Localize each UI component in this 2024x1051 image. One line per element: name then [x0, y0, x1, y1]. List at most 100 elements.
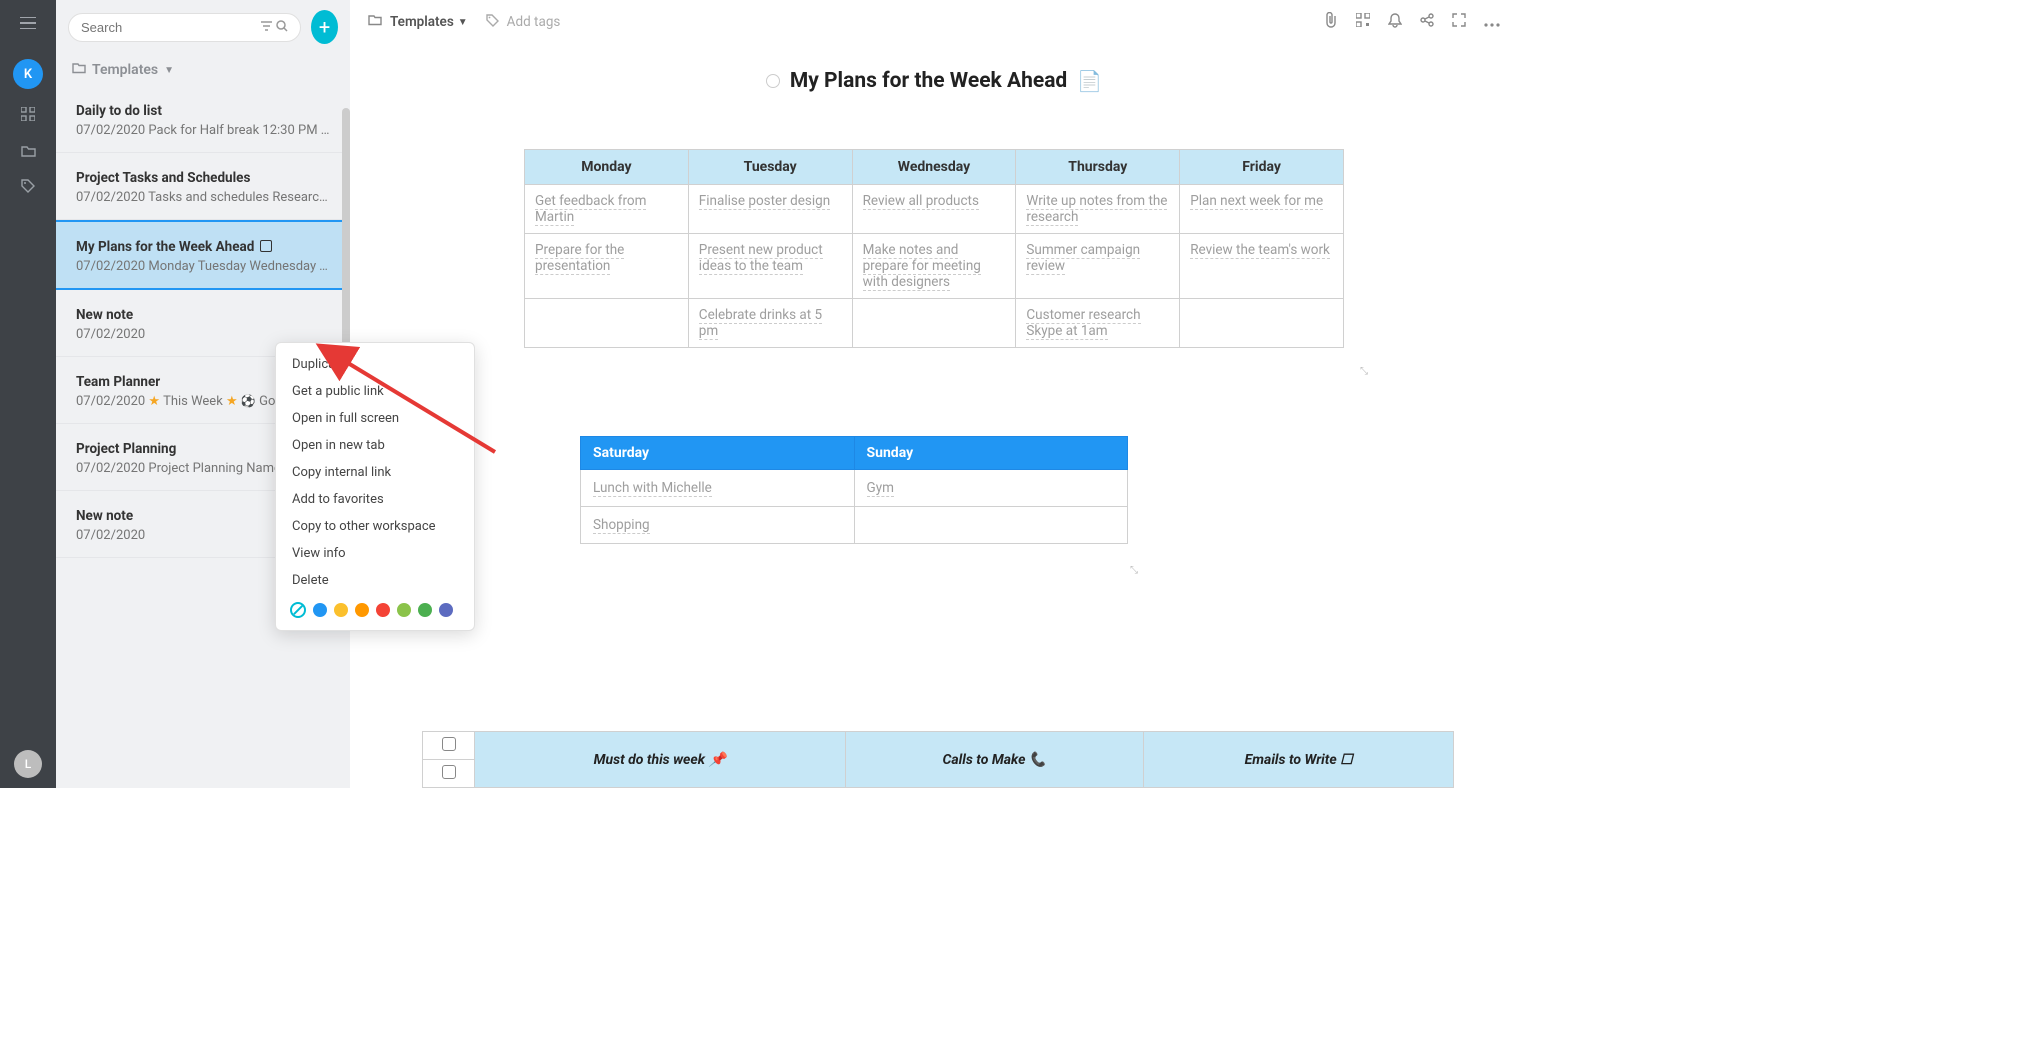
cell[interactable]: Make notes and prepare for meeting with …	[852, 234, 1016, 299]
cell[interactable]	[525, 299, 689, 348]
ctx-copy-workspace[interactable]: Copy to other workspace	[276, 513, 474, 540]
ctx-delete[interactable]: Delete	[276, 567, 474, 594]
th-thursday: Thursday	[1016, 150, 1180, 185]
bell-icon[interactable]	[1388, 13, 1402, 32]
page-title[interactable]: My Plans for the Week Ahead	[790, 69, 1067, 93]
th-saturday: Saturday	[581, 437, 855, 470]
th-mustdo: Must do this week 📌	[475, 732, 846, 788]
th-tuesday: Tuesday	[688, 150, 852, 185]
note-title: Project Planning	[76, 441, 176, 457]
document-emoji-icon: 📄	[1077, 69, 1102, 93]
star-icon: ★	[226, 394, 238, 409]
ball-icon: ⚽	[241, 394, 256, 408]
filter-icon[interactable]	[261, 20, 272, 34]
note-sub: 07/02/2020	[76, 327, 330, 342]
note-title: New note	[76, 508, 133, 524]
cell[interactable]: Review the team's work	[1180, 234, 1344, 299]
cell[interactable]: Present new product ideas to the team	[688, 234, 852, 299]
resize-handle-icon[interactable]: ⤡	[1360, 366, 1370, 376]
color-dot[interactable]	[334, 603, 348, 617]
search-icon[interactable]	[276, 20, 288, 35]
weekday-table: Monday Tuesday Wednesday Thursday Friday…	[524, 149, 1344, 348]
tag-icon[interactable]	[21, 179, 35, 197]
more-icon[interactable]	[1484, 13, 1500, 31]
cell[interactable]: Finalise poster design	[688, 185, 852, 234]
th-wednesday: Wednesday	[852, 150, 1016, 185]
note-sub: 07/02/2020 Pack for Half break 12:30 PM …	[76, 123, 330, 138]
attachment-icon[interactable]	[1324, 12, 1338, 32]
cell[interactable]: Review all products	[852, 185, 1016, 234]
ctx-view-info[interactable]: View info	[276, 540, 474, 567]
add-tags[interactable]: Add tags	[507, 14, 561, 30]
cell[interactable]: Gym	[854, 470, 1128, 507]
pin-icon: 📌	[708, 752, 725, 768]
search-input[interactable]	[81, 20, 257, 35]
folder-label: Templates	[92, 62, 158, 78]
tag-small-icon	[486, 14, 499, 31]
ctx-internal-link[interactable]: Copy internal link	[276, 459, 474, 486]
resize-handle-icon[interactable]: ⤡	[1130, 565, 1140, 575]
note-title: My Plans for the Week Ahead	[76, 239, 254, 255]
second-avatar[interactable]: L	[14, 750, 42, 778]
weekend-table: Saturday Sunday Lunch with Michelle Gym …	[580, 436, 1128, 544]
box-icon: ☐	[1340, 752, 1353, 768]
cell[interactable]: Prepare for the presentation	[525, 234, 689, 299]
color-dot[interactable]	[355, 603, 369, 617]
phone-icon: 📞	[1029, 752, 1046, 768]
note-title: Project Tasks and Schedules	[76, 170, 250, 186]
cell[interactable]	[1180, 299, 1344, 348]
th-emails: Emails to Write ☐	[1144, 732, 1454, 788]
cell[interactable]: Plan next week for me	[1180, 185, 1344, 234]
ctx-duplicate[interactable]: Duplicate	[276, 351, 474, 378]
share-icon[interactable]	[1420, 13, 1434, 31]
hamburger-icon[interactable]	[20, 14, 36, 33]
bullet-icon[interactable]	[766, 74, 780, 88]
cell[interactable]: Shopping	[581, 507, 855, 544]
checkbox[interactable]	[442, 765, 456, 779]
qr-icon[interactable]	[1356, 13, 1370, 31]
cell[interactable]: Get feedback from Martin	[525, 185, 689, 234]
apps-icon[interactable]	[21, 107, 35, 125]
note-title: Team Planner	[76, 374, 160, 390]
folder-icon[interactable]	[21, 143, 36, 161]
note-title: Daily to do list	[76, 103, 162, 119]
cell[interactable]	[852, 299, 1016, 348]
note-item[interactable]: Project Tasks and Schedules 07/02/2020 T…	[56, 153, 350, 220]
note-sub: 07/02/2020 Tasks and schedules Research …	[76, 190, 330, 205]
color-dot[interactable]	[313, 603, 327, 617]
ctx-fullscreen[interactable]: Open in full screen	[276, 405, 474, 432]
ctx-new-tab[interactable]: Open in new tab	[276, 432, 474, 459]
expand-icon[interactable]	[1452, 13, 1466, 31]
tasks-table: Must do this week 📌 Calls to Make 📞 Emai…	[422, 731, 1454, 788]
color-dot[interactable]	[397, 603, 411, 617]
checkbox[interactable]	[442, 737, 456, 751]
context-menu: Duplicate Get a public link Open in full…	[275, 342, 475, 631]
cell[interactable]: Customer research Skype at 1am	[1016, 299, 1180, 348]
search-input-container	[68, 13, 301, 42]
add-button[interactable]: +	[311, 10, 338, 44]
color-dot[interactable]	[439, 603, 453, 617]
note-item[interactable]: Daily to do list 07/02/2020 Pack for Hal…	[56, 86, 350, 153]
color-dot[interactable]	[418, 603, 432, 617]
breadcrumb-folder-icon	[368, 15, 382, 30]
cell[interactable]: Summer campaign review	[1016, 234, 1180, 299]
note-title: New note	[76, 307, 133, 323]
chevron-down-icon: ▼	[164, 65, 174, 76]
cell[interactable]	[854, 507, 1128, 544]
th-calls: Calls to Make 📞	[845, 732, 1144, 788]
note-sub: 07/02/2020 Monday Tuesday Wednesday T...	[76, 259, 330, 274]
folder-selector[interactable]: Templates ▼	[56, 54, 350, 86]
color-dot[interactable]	[376, 603, 390, 617]
user-avatar[interactable]: K	[13, 59, 43, 89]
note-item-active[interactable]: My Plans for the Week Ahead 07/02/2020 M…	[56, 220, 350, 290]
ctx-public-link[interactable]: Get a public link	[276, 378, 474, 405]
cell[interactable]: Write up notes from the research	[1016, 185, 1180, 234]
cell[interactable]: Celebrate drinks at 5 pm	[688, 299, 852, 348]
ctx-favorites[interactable]: Add to favorites	[276, 486, 474, 513]
color-none[interactable]	[290, 602, 306, 618]
folder-small-icon	[72, 63, 86, 78]
th-friday: Friday	[1180, 150, 1344, 185]
breadcrumb-templates[interactable]: Templates▼	[390, 14, 468, 30]
cell[interactable]: Lunch with Michelle	[581, 470, 855, 507]
th-monday: Monday	[525, 150, 689, 185]
